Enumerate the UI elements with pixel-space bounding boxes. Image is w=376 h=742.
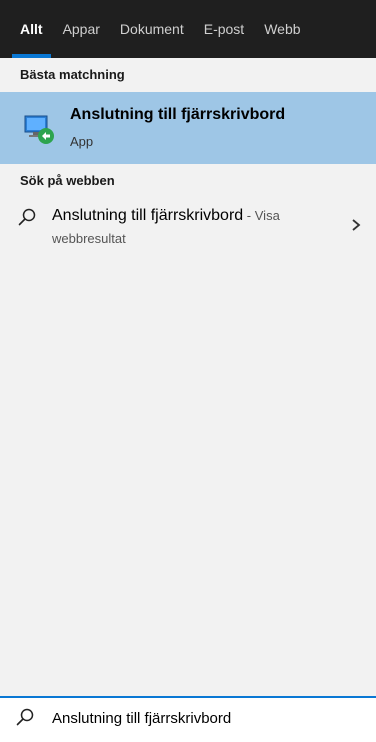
best-match-item[interactable]: Anslutning till fjärrskrivbord App [0,92,376,164]
tab-e-post[interactable]: E-post [204,0,244,58]
chevron-right-icon[interactable] [350,218,362,232]
results-panel: Bästa matchning Anslutning till fjärrskr… [0,58,376,696]
best-match-title: Anslutning till fjärrskrivbord [70,106,286,123]
search-box [0,696,376,742]
search-icon [18,208,36,226]
web-result-item[interactable]: Anslutning till fjärrskrivbord - Visa we… [0,198,376,260]
tab-allt[interactable]: Allt [12,0,50,58]
web-result-visa: - Visa [243,208,280,223]
web-result-subtitle: webbresultat [52,231,126,246]
best-match-subtitle: App [70,134,94,149]
tab-dokument[interactable]: Dokument [120,0,184,58]
web-result-main: Anslutning till fjärrskrivbord [52,207,244,224]
search-icon [16,708,34,726]
search-tabs: Allt Appar Dokument E-post Webb [0,0,376,58]
best-match-header: Bästa matchning [20,67,125,82]
web-result-title: Anslutning till fjärrskrivbord - Visa [52,206,312,226]
search-input[interactable] [52,707,352,729]
tab-webb[interactable]: Webb [264,0,300,58]
remote-desktop-icon [24,115,54,144]
tab-appar[interactable]: Appar [63,0,100,58]
web-search-header: Sök på webben [20,173,115,188]
